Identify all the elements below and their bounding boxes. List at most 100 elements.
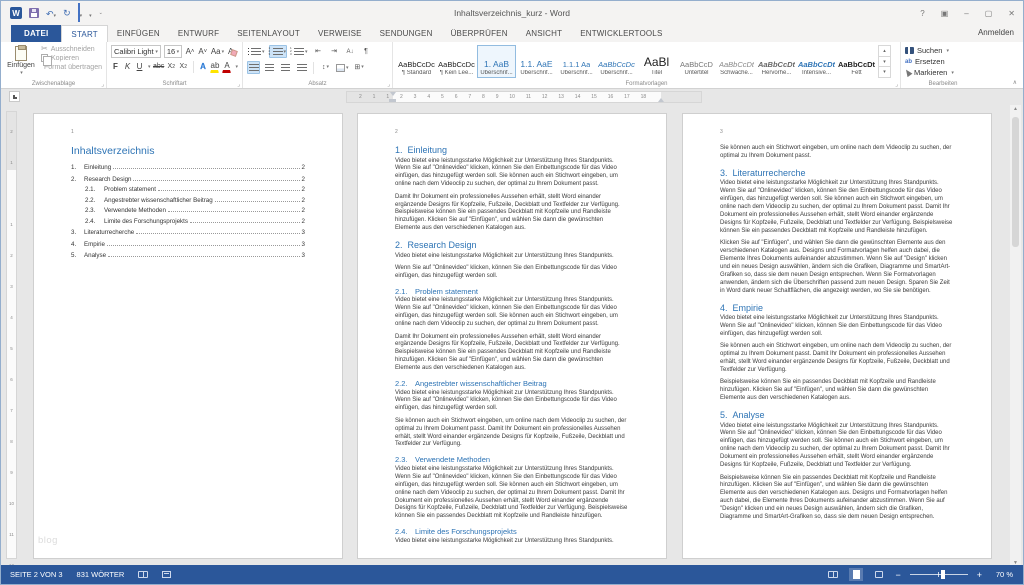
show-paragraph-marks-icon[interactable]: ¶ bbox=[360, 45, 373, 58]
cut-button[interactable]: ✂Ausschneiden bbox=[41, 45, 102, 53]
tab-ansicht[interactable]: ANSICHT bbox=[517, 25, 572, 42]
zoom-level[interactable]: 70 % bbox=[991, 570, 1013, 579]
underline-dropdown-icon[interactable]: ▾ bbox=[148, 64, 151, 70]
zoom-slider[interactable] bbox=[910, 574, 968, 575]
superscript-button[interactable]: X2 bbox=[179, 60, 188, 73]
qat-table-button[interactable]: ▾ bbox=[78, 4, 83, 22]
macro-icon[interactable] bbox=[162, 571, 171, 578]
select-button[interactable]: Markieren▾ bbox=[905, 68, 981, 77]
strikethrough-button[interactable]: abc bbox=[154, 60, 164, 73]
sort-icon[interactable]: A↓ bbox=[344, 45, 357, 58]
save-icon[interactable] bbox=[29, 8, 39, 18]
customize-qat-icon[interactable]: ⌄ bbox=[99, 10, 103, 16]
style-standard[interactable]: AaBbCcDc¶ Standard bbox=[397, 45, 436, 78]
line-spacing-icon[interactable]: ↕▾ bbox=[319, 61, 332, 74]
style-ueberschrift-2[interactable]: 1.1. AaEÜberschrif... bbox=[517, 45, 556, 78]
tab-entwurf[interactable]: ENTWURF bbox=[169, 25, 228, 42]
gallery-more-icon[interactable]: ▾ bbox=[879, 67, 890, 77]
bullets-button[interactable]: ▾ bbox=[247, 45, 266, 58]
style-hervorhebung[interactable]: AaBbCcDtHervorhe... bbox=[757, 45, 796, 78]
borders-icon[interactable]: ⊞▾ bbox=[353, 61, 366, 74]
sign-in-link[interactable]: Anmelden bbox=[978, 28, 1014, 37]
style-schwache-hervorhebung[interactable]: AaBbCcDtSchwache... bbox=[717, 45, 756, 78]
shading-button[interactable]: ▾ bbox=[335, 61, 350, 74]
close-icon[interactable]: ✕ bbox=[1008, 9, 1015, 18]
read-mode-button[interactable] bbox=[826, 568, 840, 581]
font-color-icon[interactable]: A bbox=[222, 60, 231, 73]
style-fett[interactable]: AaBbCcDtFett bbox=[837, 45, 876, 78]
align-left-button[interactable] bbox=[247, 61, 260, 74]
decrease-indent-icon[interactable]: ⇤ bbox=[312, 45, 325, 58]
style-kein-leerraum[interactable]: AaBbCcDc¶ Kein Lee... bbox=[437, 45, 476, 78]
vertical-scrollbar[interactable]: ▲ ▼ bbox=[1010, 105, 1021, 567]
zoom-out-button[interactable]: − bbox=[895, 570, 900, 580]
font-dialog-launcher-icon[interactable]: ⌟ bbox=[237, 81, 240, 88]
font-name-dropdown-icon[interactable]: ▾ bbox=[155, 49, 158, 55]
font-size-combo[interactable]: 16▾ bbox=[164, 45, 182, 58]
minimize-icon[interactable]: – bbox=[964, 9, 968, 18]
qat-list-button[interactable]: ▾ bbox=[89, 4, 92, 22]
left-indent-marker[interactable] bbox=[389, 99, 396, 102]
word-count[interactable]: 831 WÖRTER bbox=[77, 570, 125, 579]
page-2[interactable]: 2 1.Einleitung Video bietet eine leistun… bbox=[357, 113, 667, 559]
page-1[interactable]: 1 Inhaltsverzeichnis 1.Einleitung2 2.Res… bbox=[33, 113, 343, 559]
replace-button[interactable]: abErsetzen bbox=[905, 57, 981, 66]
style-ueberschrift-3[interactable]: 1.1.1 AaÜberschrif... bbox=[557, 45, 596, 78]
clear-formatting-button[interactable]: A bbox=[227, 45, 238, 58]
increase-indent-icon[interactable]: ⇥ bbox=[328, 45, 341, 58]
shrink-font-button[interactable]: A˅ bbox=[198, 45, 208, 58]
ribbon-options-icon[interactable]: ▣ bbox=[941, 9, 949, 18]
font-color-dropdown-icon[interactable]: ▾ bbox=[235, 64, 238, 70]
tab-selector-button[interactable] bbox=[9, 91, 20, 102]
zoom-in-button[interactable]: + bbox=[977, 570, 982, 580]
redo-icon[interactable]: ↻ bbox=[63, 8, 71, 18]
subscript-button[interactable]: X2 bbox=[167, 60, 176, 73]
tab-einfuegen[interactable]: EINFÜGEN bbox=[108, 25, 169, 42]
underline-button[interactable]: U bbox=[135, 60, 144, 73]
list-dropdown-icon[interactable]: ▾ bbox=[89, 13, 92, 19]
numbering-button[interactable]: ▾ bbox=[269, 45, 288, 58]
paste-button[interactable]: Einfügen ▾ bbox=[5, 45, 37, 77]
paste-dropdown-icon[interactable]: ▾ bbox=[20, 70, 23, 76]
scrollbar-thumb[interactable] bbox=[1012, 117, 1019, 247]
font-name-combo[interactable]: Calibri Light▾ bbox=[111, 45, 161, 58]
find-button[interactable]: Suchen▾ bbox=[905, 46, 981, 55]
gallery-up-icon[interactable]: ▴ bbox=[879, 46, 890, 57]
align-right-button[interactable] bbox=[279, 61, 292, 74]
web-layout-button[interactable] bbox=[872, 568, 886, 581]
page-indicator[interactable]: SEITE 2 VON 3 bbox=[10, 570, 63, 579]
clipboard-dialog-launcher-icon[interactable]: ⌟ bbox=[101, 81, 104, 88]
justify-button[interactable] bbox=[295, 61, 308, 74]
scroll-up-icon[interactable]: ▲ bbox=[1010, 106, 1021, 112]
style-untertitel[interactable]: AaBbCcDUntertitel bbox=[677, 45, 716, 78]
copy-button[interactable]: Kopieren bbox=[41, 54, 102, 62]
tab-ueberpruefen[interactable]: ÜBERPRÜFEN bbox=[442, 25, 517, 42]
grow-font-button[interactable]: A˄ bbox=[185, 45, 195, 58]
highlight-color-icon[interactable]: ab bbox=[210, 60, 219, 73]
page-3[interactable]: 3 Sie können auch ein Stichwort eingeben… bbox=[682, 113, 992, 559]
first-line-indent-marker[interactable] bbox=[390, 92, 396, 96]
style-intensive-hervorhebung[interactable]: AaBbCcDtIntensive... bbox=[797, 45, 836, 78]
proofing-icon[interactable] bbox=[138, 571, 148, 578]
tab-sendungen[interactable]: SENDUNGEN bbox=[371, 25, 442, 42]
zoom-slider-thumb[interactable] bbox=[941, 570, 945, 579]
undo-button[interactable]: ↶▾ bbox=[46, 4, 56, 22]
tab-start[interactable]: START bbox=[61, 25, 107, 42]
gallery-down-icon[interactable]: ▾ bbox=[879, 57, 890, 68]
multilevel-list-button[interactable]: ▾ bbox=[290, 45, 309, 58]
styles-dialog-launcher-icon[interactable]: ⌟ bbox=[895, 81, 898, 88]
restore-icon[interactable]: ▢ bbox=[985, 9, 993, 18]
align-center-button[interactable] bbox=[263, 61, 276, 74]
undo-dropdown-icon[interactable]: ▾ bbox=[54, 13, 57, 19]
collapse-ribbon-icon[interactable]: ∧ bbox=[1013, 79, 1017, 86]
print-layout-button[interactable] bbox=[849, 568, 863, 581]
font-size-dropdown-icon[interactable]: ▾ bbox=[177, 49, 180, 55]
vertical-ruler[interactable]: 2 1 1 2 3 4 5 6 7 8 9 10 11 12 bbox=[6, 111, 17, 559]
tab-datei[interactable]: DATEI bbox=[11, 25, 61, 42]
tab-entwicklertools[interactable]: ENTWICKLERTOOLS bbox=[571, 25, 671, 42]
tab-verweise[interactable]: VERWEISE bbox=[309, 25, 371, 42]
paragraph-dialog-launcher-icon[interactable]: ⌟ bbox=[387, 81, 390, 88]
style-ueberschrift-4[interactable]: AaBbCcDcÜberschrif... bbox=[597, 45, 636, 78]
text-effects-icon[interactable]: A bbox=[198, 60, 207, 73]
change-case-button[interactable]: Aa▾ bbox=[211, 45, 225, 58]
